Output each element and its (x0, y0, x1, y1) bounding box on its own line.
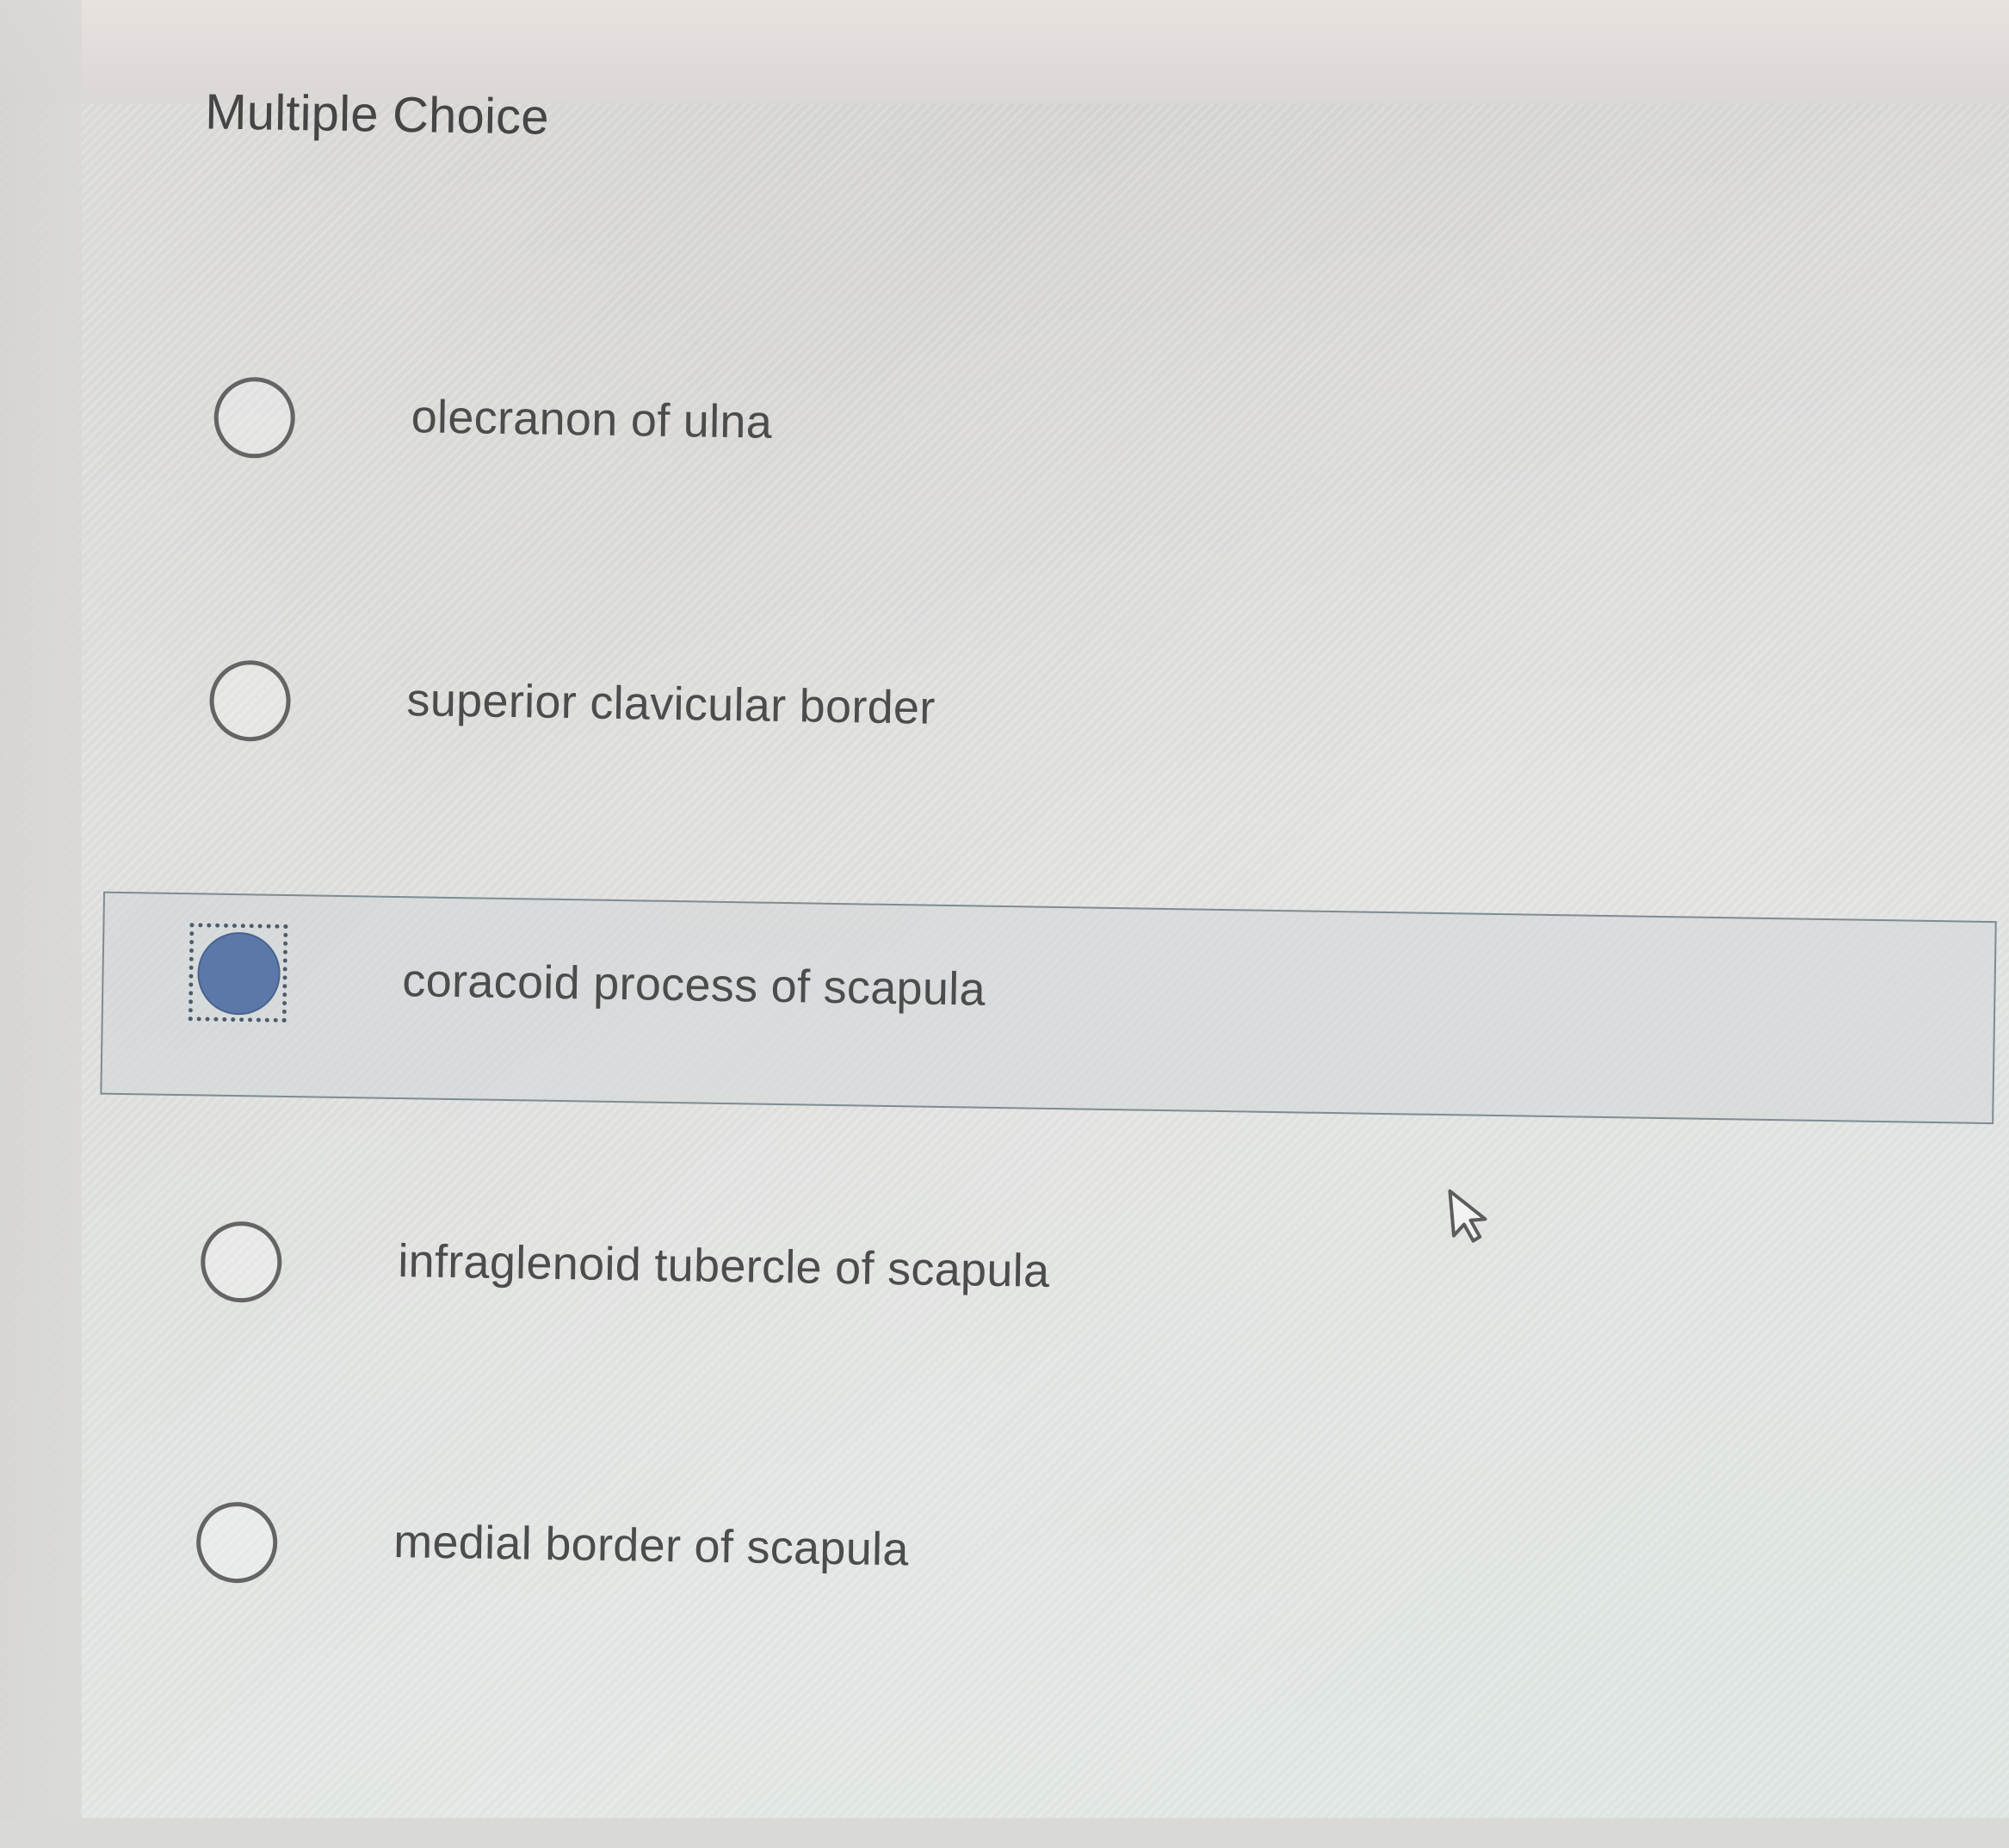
mouse-pointer-icon (1448, 1189, 1487, 1243)
radio-button-empty-icon[interactable] (195, 1501, 278, 1584)
answer-label[interactable]: superior clavicular border (406, 673, 936, 735)
question-type-label: Multiple Choice (204, 83, 550, 145)
answer-label[interactable]: olecranon of ulna (411, 390, 772, 449)
radio-button-empty-icon[interactable] (208, 659, 292, 742)
answer-option-olecranon[interactable]: olecranon of ulna (69, 327, 2004, 568)
question-panel: Multiple Choice olecranon of ulna superi… (49, 17, 2009, 1848)
answer-label[interactable]: medial border of scapula (393, 1515, 909, 1576)
answer-label[interactable]: coracoid process of scapula (402, 954, 986, 1017)
answer-option-infraglenoid-tubercle[interactable]: infraglenoid tubercle of scapula (56, 1171, 1991, 1412)
selected-option-highlight (100, 891, 1997, 1125)
radio-button-empty-icon[interactable] (200, 1221, 283, 1303)
answer-option-medial-border[interactable]: medial border of scapula (52, 1452, 1987, 1693)
answer-label[interactable]: infraglenoid tubercle of scapula (398, 1234, 1050, 1298)
radio-button-empty-icon[interactable] (213, 376, 296, 460)
answer-option-coracoid-process[interactable]: coracoid process of scapula (60, 891, 1997, 1132)
answer-option-superior-clavicular-border[interactable]: superior clavicular border (65, 610, 2000, 851)
